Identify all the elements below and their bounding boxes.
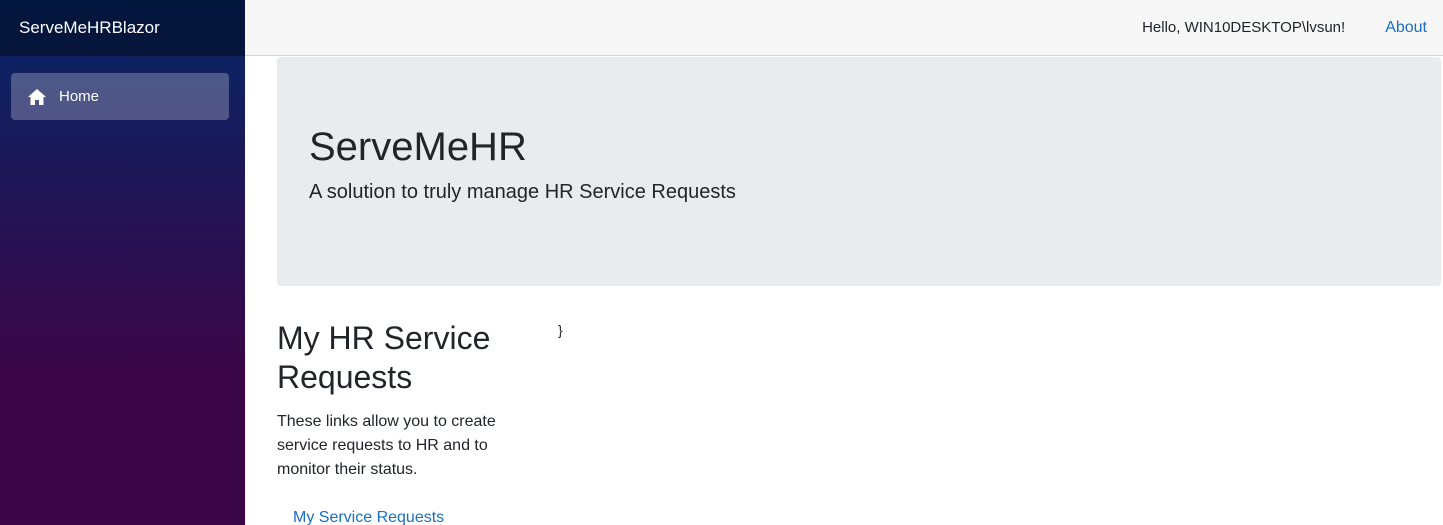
brand-bar: ServeMeHRBlazor: [0, 0, 245, 56]
main-content: ServeMeHR A solution to truly manage HR …: [245, 56, 1443, 525]
page-lead: A solution to truly manage HR Service Re…: [309, 181, 736, 203]
section-description: These links allow you to create service …: [277, 413, 496, 478]
user-greeting: Hello, WIN10DESKTOP\lvsun!: [1142, 19, 1346, 36]
sidebar-nav: Home: [0, 56, 245, 120]
my-service-requests-link[interactable]: My Service Requests: [293, 509, 444, 525]
page-title: ServeMeHR: [309, 125, 527, 169]
sidebar-item-home[interactable]: Home: [11, 73, 229, 120]
brand-link[interactable]: ServeMeHRBlazor: [19, 18, 160, 38]
home-icon: [27, 87, 47, 107]
service-requests-column: My HR Service Requests These links allow…: [277, 319, 517, 525]
top-row: Hello, WIN10DESKTOP\lvsun! About: [245, 0, 1443, 56]
sidebar-item-label: Home: [59, 88, 100, 105]
section-title: My HR Service Requests: [277, 320, 491, 395]
app-root: ServeMeHRBlazor Home Hello, WIN10DESKTOP…: [0, 0, 1443, 525]
jumbotron: ServeMeHR A solution to truly manage HR …: [277, 57, 1441, 286]
stray-text: }: [558, 322, 563, 338]
about-link[interactable]: About: [1385, 19, 1427, 37]
sidebar: ServeMeHRBlazor Home: [0, 0, 245, 525]
